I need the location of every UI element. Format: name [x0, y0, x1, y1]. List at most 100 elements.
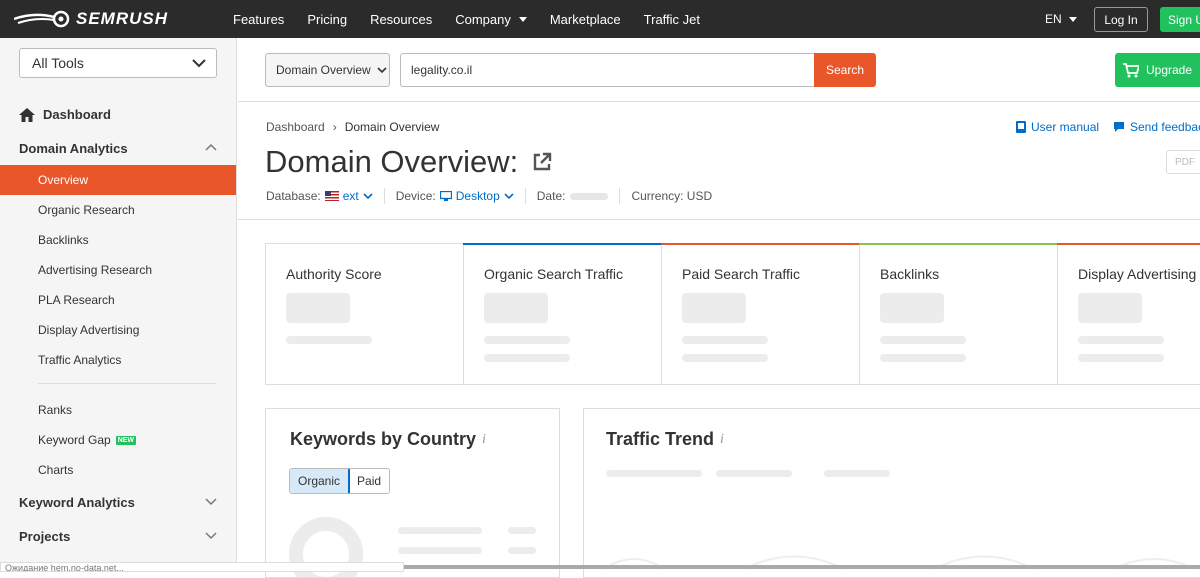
chevron-down-icon[interactable]: [205, 498, 217, 506]
database-select[interactable]: ext: [324, 189, 373, 203]
language-selector[interactable]: EN: [1045, 12, 1077, 26]
chat-bubble-icon: [1114, 122, 1124, 132]
nav-traffic-jet[interactable]: Traffic Jet: [644, 12, 700, 27]
user-manual-link[interactable]: User manual: [1016, 120, 1099, 134]
domain-search-input[interactable]: legality.co.il: [400, 53, 814, 87]
card-backlinks[interactable]: Backlinks: [859, 243, 1058, 384]
filter-separator: [619, 188, 621, 204]
semrush-logo-icon: [14, 10, 70, 28]
trend-chart-placeholder: [603, 555, 1195, 570]
login-button[interactable]: Log In: [1094, 7, 1148, 32]
card-paid-search-traffic[interactable]: Paid Search Traffic: [661, 243, 860, 384]
sidebar-section-domain-analytics[interactable]: Domain Analytics: [19, 141, 128, 156]
database-value: ext: [342, 189, 359, 203]
loading-placeholder: [484, 336, 570, 344]
sidebar-item-charts[interactable]: Charts: [0, 455, 236, 485]
panel-title: Traffic Trend i: [606, 429, 724, 450]
book-icon: [1016, 121, 1026, 133]
cart-icon: [1123, 62, 1139, 77]
breadcrumb-separator-icon: ›: [332, 120, 337, 134]
filter-separator: [383, 188, 385, 204]
upgrade-button[interactable]: Upgrade: [1115, 53, 1200, 87]
loading-placeholder: [716, 470, 792, 477]
nav-marketplace[interactable]: Marketplace: [550, 12, 621, 27]
traffic-trend-title: Traffic Trend: [606, 429, 715, 449]
sidebar-item-display-advertising[interactable]: Display Advertising: [0, 315, 236, 345]
chevron-down-icon: [192, 59, 206, 68]
nav-company[interactable]: Company: [455, 12, 527, 27]
sidebar-item-keyword-gap[interactable]: Keyword Gap NEW: [0, 425, 236, 455]
card-authority-score[interactable]: Authority Score: [266, 244, 464, 384]
nav-pricing[interactable]: Pricing: [307, 12, 347, 27]
card-title: Authority Score: [286, 266, 382, 282]
chevron-down-icon[interactable]: [205, 532, 217, 540]
sidebar-section-projects[interactable]: Projects: [19, 529, 70, 544]
send-feedback-label: Send feedback: [1130, 120, 1200, 134]
upgrade-label: Upgrade: [1146, 63, 1193, 77]
info-icon[interactable]: i: [720, 432, 724, 448]
sidebar-item-overview[interactable]: Overview: [0, 165, 236, 195]
loading-placeholder: [682, 293, 746, 323]
sidebar-item-dashboard[interactable]: Dashboard: [19, 107, 111, 122]
sidebar-item-traffic-analytics[interactable]: Traffic Analytics: [0, 345, 236, 375]
sidebar-section-keyword-analytics[interactable]: Keyword Analytics: [19, 495, 135, 510]
loading-placeholder: [484, 354, 570, 362]
nav-features[interactable]: Features: [233, 12, 284, 27]
horizontal-scrollbar[interactable]: [404, 565, 1200, 569]
card-display-advertising[interactable]: Display Advertising: [1057, 243, 1200, 384]
sidebar-item-backlinks[interactable]: Backlinks: [0, 225, 236, 255]
main-content: Domain Overview legality.co.il Search Up…: [238, 38, 1200, 578]
card-title: Backlinks: [880, 266, 940, 282]
language-label: EN: [1045, 12, 1062, 26]
all-tools-select[interactable]: All Tools: [19, 48, 217, 78]
panel-title: Keywords by Country i: [290, 429, 486, 450]
sidebar-item-organic-research[interactable]: Organic Research: [0, 195, 236, 225]
loading-placeholder: [880, 293, 944, 323]
breadcrumb-dashboard[interactable]: Dashboard: [266, 120, 325, 134]
all-tools-label: All Tools: [32, 55, 84, 71]
card-accent-line: [859, 243, 1058, 245]
loading-placeholder: [1078, 293, 1142, 323]
us-flag-icon: [324, 191, 339, 201]
card-organic-search-traffic[interactable]: Organic Search Traffic: [463, 243, 662, 384]
search-button[interactable]: Search: [814, 53, 876, 87]
pdf-export-button[interactable]: PDF: [1166, 150, 1200, 174]
device-select[interactable]: Desktop: [439, 189, 514, 203]
chevron-down-icon: [504, 192, 514, 199]
chevron-down-icon: [363, 192, 373, 199]
top-navbar: SEMRUSH Features Pricing Resources Compa…: [0, 0, 1200, 38]
external-link-icon[interactable]: [532, 152, 552, 172]
loading-placeholder: [508, 527, 536, 534]
keywords-by-country-panel: Keywords by Country i Organic Paid: [265, 408, 560, 578]
report-type-label: Domain Overview: [276, 63, 371, 77]
tab-paid[interactable]: Paid: [349, 469, 389, 493]
send-feedback-link[interactable]: Send feedback: [1113, 120, 1200, 134]
nav-resources[interactable]: Resources: [370, 12, 432, 27]
loading-placeholder: [286, 336, 372, 344]
loading-placeholder: [484, 293, 548, 323]
nav-company-label: Company: [455, 11, 511, 27]
sidebar-item-pla-research[interactable]: PLA Research: [0, 285, 236, 315]
sidebar-item-ranks[interactable]: Ranks: [0, 395, 236, 425]
card-accent-line: [1057, 243, 1200, 245]
report-type-select[interactable]: Domain Overview: [265, 53, 390, 87]
breadcrumb-current: Domain Overview: [344, 120, 440, 134]
semrush-logo[interactable]: SEMRUSH: [14, 9, 168, 29]
organic-paid-toggle: Organic Paid: [289, 468, 391, 494]
loading-placeholder: [824, 470, 890, 477]
logo-text: SEMRUSH: [76, 9, 169, 28]
info-icon[interactable]: i: [482, 432, 486, 448]
date-label: Date:: [536, 189, 566, 203]
tab-organic[interactable]: Organic: [290, 469, 351, 493]
chevron-down-icon: [377, 66, 387, 73]
keywords-by-country-title: Keywords by Country: [290, 429, 477, 449]
chevron-up-icon[interactable]: [205, 143, 217, 151]
top-nav: Features Pricing Resources Company Marke…: [233, 0, 723, 38]
sidebar-item-advertising-research[interactable]: Advertising Research: [0, 255, 236, 285]
signup-button[interactable]: Sign Up: [1160, 7, 1200, 32]
card-title: Paid Search Traffic: [682, 266, 801, 282]
loading-placeholder: [880, 354, 966, 362]
loading-placeholder: [682, 354, 768, 362]
date-placeholder[interactable]: [570, 192, 609, 200]
card-title: Organic Search Traffic: [484, 266, 624, 282]
